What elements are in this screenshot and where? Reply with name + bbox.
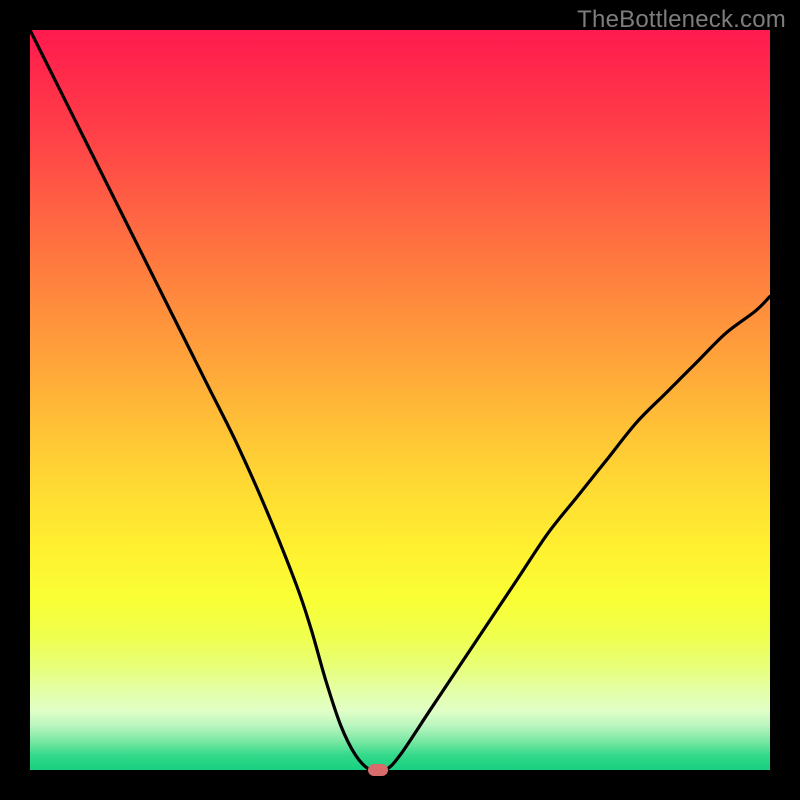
chart-frame: TheBottleneck.com bbox=[0, 0, 800, 800]
bottleneck-curve bbox=[30, 30, 770, 770]
watermark-text: TheBottleneck.com bbox=[577, 6, 786, 34]
bottleneck-marker bbox=[368, 764, 388, 776]
plot-area bbox=[30, 30, 770, 770]
